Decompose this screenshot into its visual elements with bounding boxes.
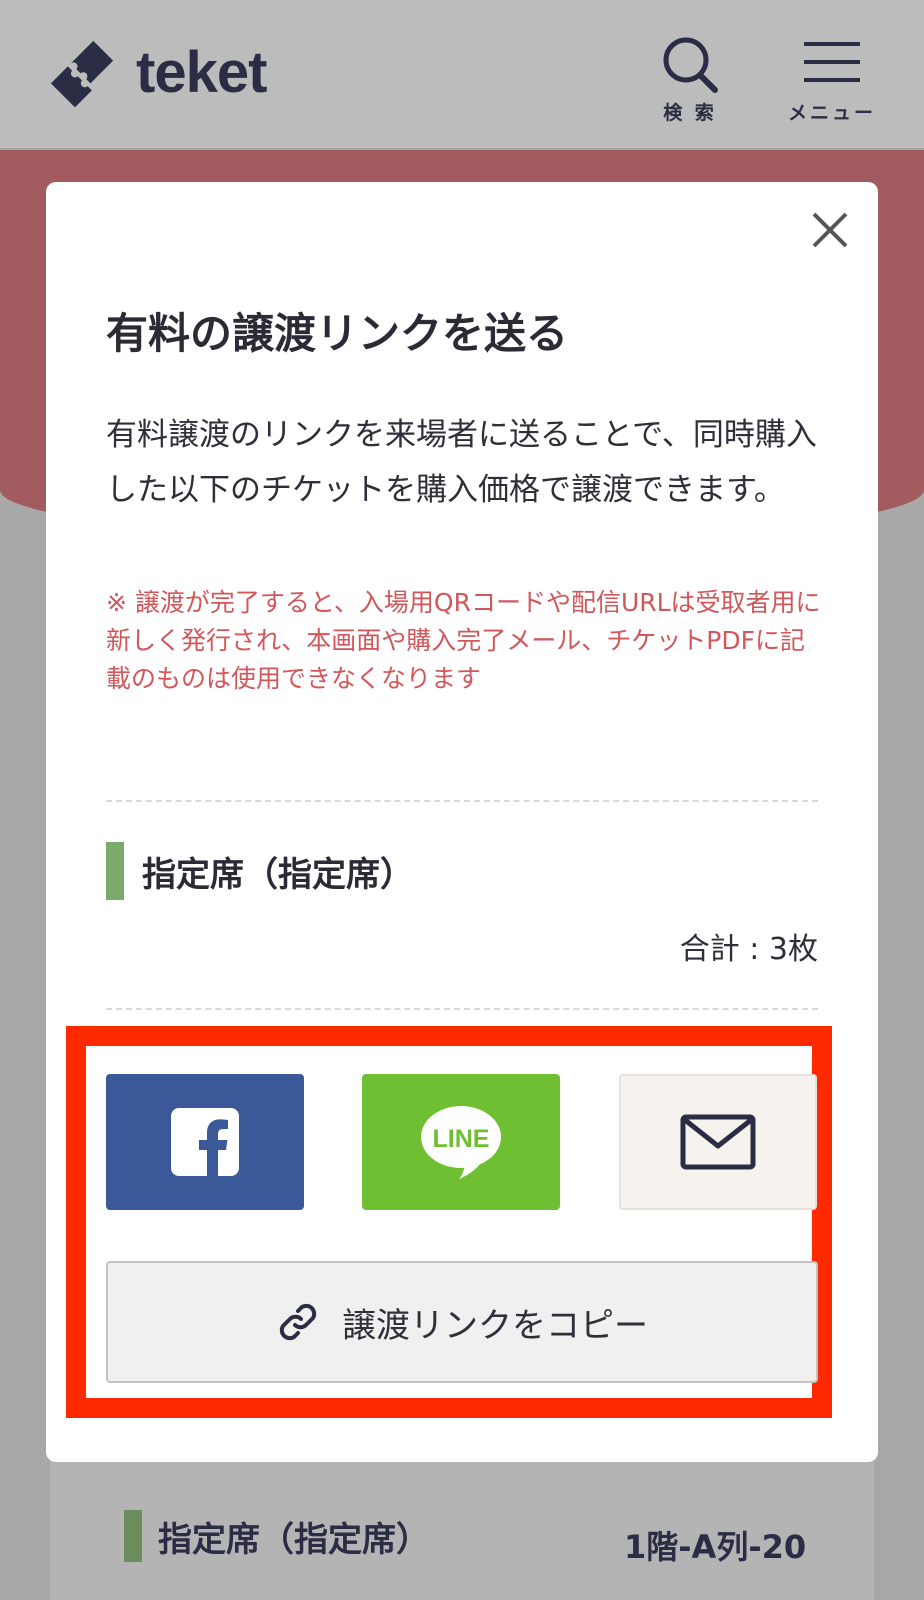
teket-logo[interactable]: teket — [40, 30, 267, 114]
mail-icon — [680, 1114, 756, 1170]
background-seat-row: 指定席（指定席） — [124, 1510, 430, 1562]
copy-transfer-link-button[interactable]: 譲渡リンクをコピー — [106, 1261, 818, 1383]
logo-text: teket — [136, 39, 267, 105]
seat-marker — [106, 842, 124, 900]
seat-type-title: 指定席（指定席） — [142, 854, 414, 895]
background-seat-title: 指定席（指定席） — [158, 1519, 430, 1560]
hamburger-menu-icon — [804, 42, 860, 82]
site-header: teket 検 索 メニュー — [0, 0, 924, 150]
divider — [106, 1008, 818, 1010]
background-seat-position: 1階-A列-20 — [624, 1528, 807, 1566]
link-icon — [279, 1303, 317, 1341]
menu-label: メニュー — [787, 102, 876, 124]
line-label: LINE — [433, 1125, 490, 1153]
line-share-button[interactable]: LINE — [362, 1074, 560, 1210]
transfer-warning-note: ※ 譲渡が完了すると、入場用QRコードや配信URLは受取者用に新しく発行され、本… — [106, 588, 821, 693]
seat-marker — [124, 1510, 142, 1562]
facebook-icon — [171, 1108, 239, 1176]
close-button[interactable] — [808, 208, 852, 252]
ticket-logo-icon — [50, 40, 114, 108]
modal-title: 有料の譲渡リンクを送る — [106, 309, 569, 358]
line-icon: LINE — [421, 1106, 501, 1179]
mail-share-button[interactable] — [619, 1074, 817, 1210]
close-icon — [812, 212, 848, 248]
ticket-total: 合計 : 3枚 — [679, 932, 818, 967]
search-icon — [663, 37, 718, 93]
search-button[interactable]: 検 索 — [656, 36, 724, 125]
facebook-share-button[interactable] — [106, 1074, 304, 1210]
modal-description: 有料譲渡のリンクを来場者に送ることで、同時購入した以下のチケットを購入価格で譲渡… — [106, 417, 817, 508]
search-label: 検 索 — [663, 102, 717, 124]
divider — [106, 800, 818, 802]
copy-button-label: 譲渡リンクをコピー — [342, 1305, 648, 1346]
menu-button[interactable]: メニュー — [786, 36, 878, 125]
seat-type-heading: 指定席（指定席） — [106, 842, 414, 900]
